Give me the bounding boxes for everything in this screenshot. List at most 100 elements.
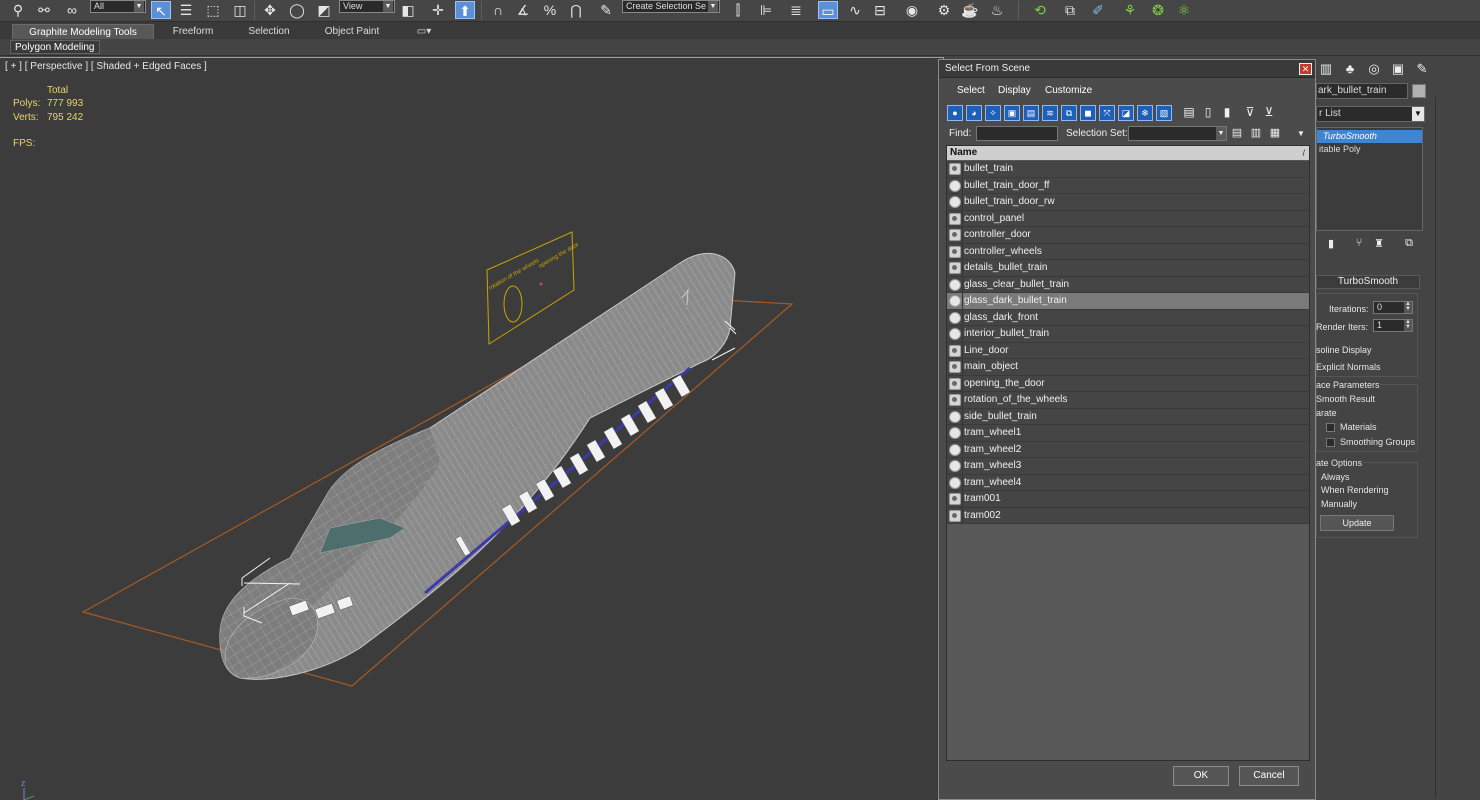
container-icon[interactable]: ⧉ bbox=[1060, 1, 1080, 19]
object-color-swatch[interactable] bbox=[1412, 84, 1426, 98]
menu-select[interactable]: Select bbox=[957, 85, 985, 96]
when-rendering-radio-label[interactable]: When Rendering bbox=[1321, 485, 1389, 495]
list-item[interactable]: tram_wheel3 bbox=[947, 458, 1309, 475]
ribbon-options-icon[interactable]: ▭▾ bbox=[412, 24, 436, 39]
menu-display[interactable]: Display bbox=[998, 85, 1031, 96]
bones-filter-icon[interactable]: ⤧ bbox=[1099, 105, 1115, 121]
stack-item-turbosmooth[interactable]: TurboSmooth bbox=[1317, 130, 1422, 143]
list-item[interactable]: tram002 bbox=[947, 507, 1309, 524]
create-panel-icon[interactable]: ▥ bbox=[1316, 59, 1336, 79]
select-manipulate-icon[interactable]: ✛ bbox=[428, 1, 448, 19]
spacewarps-filter-icon[interactable]: ≋ bbox=[1042, 105, 1058, 121]
isoline-display-label[interactable]: soline Display bbox=[1316, 345, 1372, 355]
close-icon[interactable]: ✕ bbox=[1299, 63, 1312, 75]
helpers-filter-icon[interactable]: ▤ bbox=[1023, 105, 1039, 121]
rect-selection-icon[interactable]: ⬚ bbox=[203, 1, 223, 19]
xrefs-filter-icon[interactable]: ◼ bbox=[1080, 105, 1096, 121]
create-selection-set-icon[interactable]: ▤ bbox=[1230, 126, 1244, 141]
list-item[interactable]: bullet_train_door_rw bbox=[947, 194, 1309, 211]
window-crossing-icon[interactable]: ◫ bbox=[230, 1, 250, 19]
render-production-icon[interactable]: ♨ bbox=[987, 1, 1007, 19]
unlink-icon[interactable]: ⚯ bbox=[34, 1, 54, 19]
iterations-spinner[interactable]: 0 ▲ ▼ bbox=[1373, 301, 1413, 314]
list-item[interactable]: bullet_train bbox=[947, 161, 1309, 178]
stack-item-editable-poly[interactable]: itable Poly bbox=[1317, 143, 1422, 156]
scene-object-list[interactable]: Name / bullet_train bullet_train_door_ff b… bbox=[946, 145, 1310, 761]
list-item[interactable]: bullet_train_door_ff bbox=[947, 177, 1309, 194]
populate-icon[interactable]: ⚘ bbox=[1120, 1, 1140, 19]
hierarchy-panel-icon[interactable]: ♣ bbox=[1340, 59, 1360, 79]
materials-checkbox[interactable] bbox=[1326, 423, 1335, 432]
frozen-filter-icon[interactable]: ❄ bbox=[1137, 105, 1153, 121]
list-item[interactable]: controller_wheels bbox=[947, 243, 1309, 260]
utilities-panel-icon[interactable]: ✎ bbox=[1412, 59, 1432, 79]
shapes-filter-icon[interactable]: ◕ bbox=[966, 105, 982, 121]
selection-set-dropdown[interactable]: ▼ bbox=[1128, 126, 1227, 141]
hidden-filter-icon[interactable]: ▧ bbox=[1156, 105, 1172, 121]
reactor-icon[interactable]: ❂ bbox=[1148, 1, 1168, 19]
align-icon[interactable]: ⊫ bbox=[756, 1, 776, 19]
cancel-button[interactable]: Cancel bbox=[1239, 766, 1299, 786]
always-radio-label[interactable]: Always bbox=[1321, 472, 1350, 482]
select-object-icon[interactable]: ↖ bbox=[151, 1, 171, 19]
material-editor-icon[interactable]: ◉ bbox=[902, 1, 922, 19]
rotate-icon[interactable]: ◯ bbox=[287, 1, 307, 19]
menu-customize[interactable]: Customize bbox=[1045, 85, 1092, 96]
list-item[interactable]: tram_wheel4 bbox=[947, 474, 1309, 491]
move-icon[interactable]: ✥ bbox=[260, 1, 280, 19]
list-item[interactable]: tram_wheel1 bbox=[947, 425, 1309, 442]
mirror-icon[interactable]: ⫿ bbox=[728, 1, 748, 19]
named-selection-dropdown[interactable]: Create Selection Se ▼ bbox=[622, 0, 720, 13]
ok-button[interactable]: OK bbox=[1173, 766, 1229, 786]
make-unique-icon[interactable]: ♜ bbox=[1372, 237, 1386, 251]
cameras-filter-icon[interactable]: ▣ bbox=[1004, 105, 1020, 121]
motion-panel-icon[interactable]: ◎ bbox=[1364, 59, 1384, 79]
object-name-field[interactable]: ark_bullet_train bbox=[1316, 83, 1408, 99]
show-end-result-icon[interactable]: ⑂ bbox=[1352, 237, 1366, 251]
list-item[interactable]: controller_door bbox=[947, 227, 1309, 244]
link-icon[interactable]: ⚲ bbox=[8, 1, 28, 19]
sketch-icon[interactable]: ✐ bbox=[1088, 1, 1108, 19]
list-item[interactable]: glass_dark_bullet_train bbox=[947, 293, 1309, 310]
auto-key-icon[interactable]: ⟲ bbox=[1030, 1, 1050, 19]
display-panel-icon[interactable]: ▣ bbox=[1388, 59, 1408, 79]
list-item[interactable]: tram_wheel2 bbox=[947, 441, 1309, 458]
schematic-view-icon[interactable]: ⊟ bbox=[870, 1, 890, 19]
spinner-arrows-icon[interactable]: ▲ ▼ bbox=[1404, 301, 1412, 313]
selection-filter-dropdown[interactable]: All ▼ bbox=[90, 0, 146, 13]
angle-snap-icon[interactable]: ∡ bbox=[513, 1, 533, 19]
pivot-center-icon[interactable]: ◧ bbox=[398, 1, 418, 19]
smooth-result-label[interactable]: Smooth Result bbox=[1316, 394, 1375, 404]
options-chevron-icon[interactable]: ▼ bbox=[1294, 126, 1308, 141]
update-button[interactable]: Update bbox=[1320, 515, 1394, 531]
list-item[interactable]: tram001 bbox=[947, 491, 1309, 508]
groups-filter-icon[interactable]: ⧉ bbox=[1061, 105, 1077, 121]
manually-radio-label[interactable]: Manually bbox=[1321, 499, 1357, 509]
filter-icon[interactable]: ⊽ bbox=[1242, 105, 1258, 121]
polygon-modeling-button[interactable]: Polygon Modeling bbox=[10, 40, 100, 54]
tab-selection[interactable]: Selection bbox=[236, 24, 302, 39]
edit-named-selection-icon[interactable]: ✎ bbox=[596, 1, 616, 19]
modifier-stack[interactable]: TurboSmooth itable Poly bbox=[1316, 127, 1423, 231]
render-iters-spinner[interactable]: 1 ▲ ▼ bbox=[1373, 319, 1413, 332]
list-item[interactable]: control_panel bbox=[947, 210, 1309, 227]
spinner-arrows-icon[interactable]: ▲ ▼ bbox=[1404, 319, 1412, 331]
explicit-normals-label[interactable]: Explicit Normals bbox=[1316, 362, 1381, 372]
find-input[interactable] bbox=[976, 126, 1058, 141]
render-setup-icon[interactable]: ⚙ bbox=[934, 1, 954, 19]
spinner-snap-icon[interactable]: ⋂ bbox=[566, 1, 586, 19]
name-column-header[interactable]: Name / bbox=[947, 146, 1309, 160]
tab-graphite-modeling-tools[interactable]: Graphite Modeling Tools bbox=[12, 24, 154, 39]
filter-options-icon[interactable]: ⊻ bbox=[1261, 105, 1277, 121]
configure-sets-icon[interactable]: ⧉ bbox=[1402, 237, 1416, 251]
bind-spacewarp-icon[interactable]: ∞ bbox=[62, 1, 82, 19]
turbosmooth-rollout-header[interactable]: TurboSmooth bbox=[1316, 275, 1420, 289]
containers-filter-icon[interactable]: ◪ bbox=[1118, 105, 1134, 121]
remove-from-selection-set-icon[interactable]: ▦ bbox=[1268, 126, 1282, 141]
reference-coord-dropdown[interactable]: View ▼ bbox=[339, 0, 395, 13]
display-all-icon[interactable]: ▤ bbox=[1181, 105, 1197, 121]
list-item[interactable]: glass_clear_bullet_train bbox=[947, 276, 1309, 293]
list-item[interactable]: glass_dark_front bbox=[947, 309, 1309, 326]
graphite-toggle-icon[interactable]: ▭ bbox=[818, 1, 838, 19]
list-item[interactable]: side_bullet_train bbox=[947, 408, 1309, 425]
